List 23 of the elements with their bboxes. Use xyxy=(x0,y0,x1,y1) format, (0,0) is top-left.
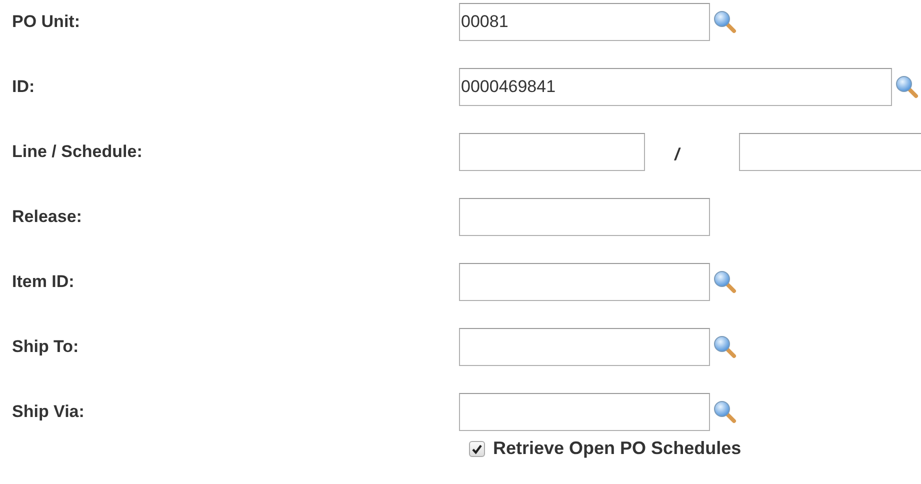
field-label: Ship Via: xyxy=(11,402,86,422)
input-field[interactable] xyxy=(459,132,645,170)
search-icon[interactable] xyxy=(713,270,737,294)
search-icon[interactable] xyxy=(713,334,737,358)
checkbox-label: Retrieve Open PO Schedules xyxy=(493,438,742,459)
input-field[interactable]: 0000469841 xyxy=(459,68,892,106)
field-label: Ship To: xyxy=(11,336,80,356)
input-field[interactable]: 00081 xyxy=(459,2,710,40)
search-icon[interactable] xyxy=(713,10,737,34)
field-label: Line / Schedule: xyxy=(11,142,144,162)
input-field[interactable] xyxy=(459,262,710,300)
field-label: ID: xyxy=(11,76,36,96)
field-label: PO Unit: xyxy=(11,12,81,32)
field-label: Item ID: xyxy=(11,272,76,292)
input-field[interactable] xyxy=(459,328,710,366)
checkbox[interactable] xyxy=(469,440,485,456)
input-field[interactable] xyxy=(459,392,710,430)
separator-text: / xyxy=(673,144,682,164)
search-icon[interactable] xyxy=(713,400,737,424)
search-icon[interactable] xyxy=(895,74,919,98)
field-label: Release: xyxy=(11,206,83,226)
input-field[interactable] xyxy=(739,132,921,170)
input-field[interactable] xyxy=(459,198,710,236)
